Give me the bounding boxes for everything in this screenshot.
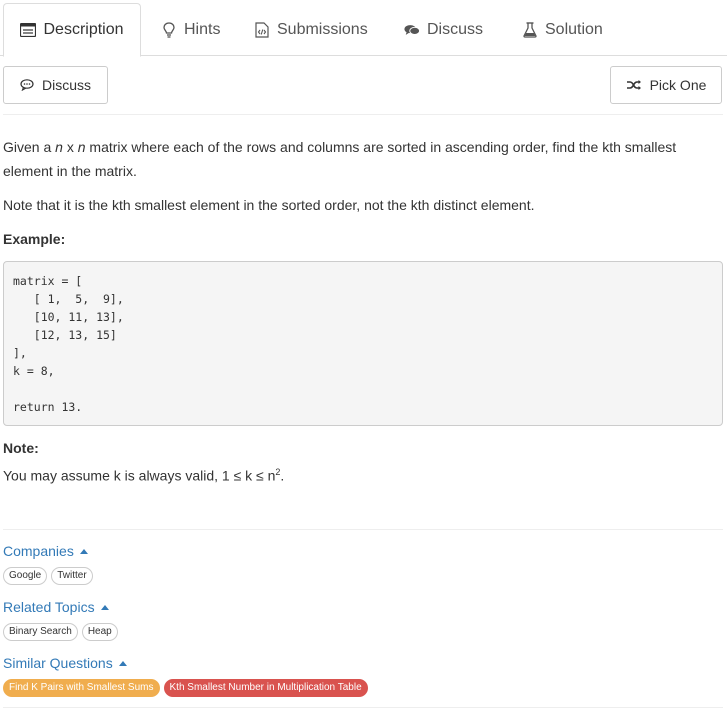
divider bbox=[3, 529, 723, 530]
divider bbox=[3, 707, 723, 708]
similar-question-tag[interactable]: Kth Smallest Number in Multiplication Ta… bbox=[163, 679, 368, 697]
discuss-button[interactable]: Discuss bbox=[3, 66, 108, 104]
math-var: n bbox=[77, 139, 86, 155]
text: . bbox=[280, 467, 285, 484]
problem-paragraph-1: Given a n x n matrix where each of the r… bbox=[3, 135, 703, 183]
text: matrix where each of the rows and column… bbox=[3, 139, 677, 179]
divider bbox=[3, 114, 723, 115]
caret-up-icon bbox=[79, 548, 88, 554]
company-tag[interactable]: Google bbox=[3, 567, 48, 585]
tab-description[interactable]: Description bbox=[3, 3, 141, 57]
comment-icon bbox=[20, 79, 34, 91]
comments-icon bbox=[404, 22, 420, 38]
text: x bbox=[62, 139, 78, 155]
text: You may assume k is always valid, 1 ≤ k … bbox=[3, 467, 276, 484]
tab-label: Hints bbox=[184, 20, 221, 38]
caret-up-icon bbox=[118, 660, 127, 666]
code-file-icon bbox=[254, 21, 270, 38]
topic-tag[interactable]: Heap bbox=[81, 623, 118, 641]
topic-tag[interactable]: Binary Search bbox=[3, 623, 78, 641]
discuss-button-label: Discuss bbox=[41, 77, 91, 93]
similar-questions-tags: Find K Pairs with Smallest Sums Kth Smal… bbox=[3, 679, 368, 697]
related-topics-tags: Binary Search Heap bbox=[3, 623, 118, 641]
related-topics-title: Related Topics bbox=[3, 599, 95, 615]
tab-solution[interactable]: Solution bbox=[522, 3, 603, 56]
shuffle-icon bbox=[626, 79, 642, 91]
similar-question-tag[interactable]: Find K Pairs with Smallest Sums bbox=[3, 679, 160, 697]
note-heading: Note: bbox=[3, 440, 39, 456]
flask-icon bbox=[522, 21, 538, 38]
math-var: n bbox=[55, 139, 63, 155]
note-text: You may assume k is always valid, 1 ≤ k … bbox=[3, 460, 703, 488]
tab-label: Discuss bbox=[427, 20, 484, 38]
pick-one-button[interactable]: Pick One bbox=[610, 66, 722, 104]
pick-one-label: Pick One bbox=[649, 77, 707, 93]
company-tag[interactable]: Twitter bbox=[51, 567, 93, 585]
text: Given a bbox=[3, 139, 56, 155]
tab-label: Description bbox=[43, 21, 124, 38]
problem-paragraph-2: Note that it is the kth smallest element… bbox=[3, 197, 535, 213]
example-heading: Example: bbox=[3, 231, 66, 247]
related-topics-toggle[interactable]: Related Topics bbox=[3, 599, 109, 615]
tab-bar: Description Hints Submissions Discuss So… bbox=[0, 0, 727, 57]
caret-up-icon bbox=[100, 604, 109, 610]
description-icon bbox=[20, 22, 37, 38]
similar-questions-title: Similar Questions bbox=[3, 655, 113, 671]
companies-title: Companies bbox=[3, 543, 74, 559]
example-code-block: matrix = [ [ 1, 5, 9], [10, 11, 13], [12… bbox=[3, 261, 723, 426]
companies-tags: Google Twitter bbox=[3, 567, 93, 585]
tab-label: Submissions bbox=[277, 20, 368, 38]
lightbulb-icon bbox=[161, 21, 177, 38]
tab-discuss[interactable]: Discuss bbox=[404, 3, 483, 56]
tab-submissions[interactable]: Submissions bbox=[254, 3, 368, 56]
tab-label: Solution bbox=[545, 20, 603, 38]
similar-questions-toggle[interactable]: Similar Questions bbox=[3, 655, 127, 671]
tab-hints[interactable]: Hints bbox=[161, 3, 220, 56]
companies-toggle[interactable]: Companies bbox=[3, 543, 88, 559]
